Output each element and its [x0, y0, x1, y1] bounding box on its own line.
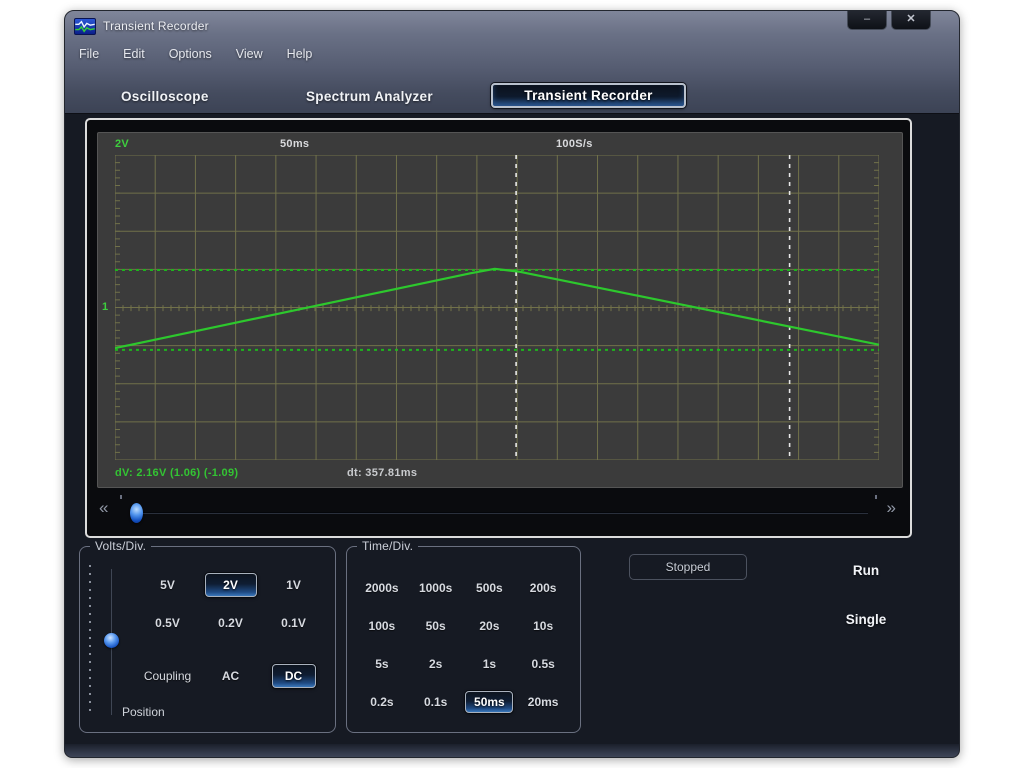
volts-row-1: 5V 2V 1V	[136, 571, 325, 598]
single-button[interactable]: Single	[821, 612, 911, 627]
titlebar[interactable]: Transient Recorder – ✕	[65, 11, 959, 43]
time-option-200s[interactable]: 200s	[530, 581, 557, 595]
time-option-20ms[interactable]: 20ms	[528, 695, 559, 709]
volts-option-0.1v[interactable]: 0.1V	[281, 616, 306, 630]
volts-div-group: Volts/Div. 5V 2V 1V 0.5V 0.2V 0.1V Coupl…	[79, 546, 336, 733]
menu-options[interactable]: Options	[169, 47, 212, 61]
time-div-group: Time/Div. 2000s 1000s 500s 200s 100s 50s…	[346, 546, 581, 733]
time-div-options: 2000s 1000s 500s 200s 100s 50s 20s 10s 5…	[355, 569, 570, 721]
minimize-button[interactable]: –	[847, 11, 887, 30]
coupling-option-ac[interactable]: AC	[222, 669, 239, 683]
sample-rate-readout: 100S/s	[556, 138, 593, 150]
time-option-2s[interactable]: 2s	[429, 657, 442, 671]
close-button[interactable]: ✕	[891, 11, 931, 30]
window-title: Transient Recorder	[103, 19, 209, 33]
run-button[interactable]: Run	[821, 563, 911, 578]
position-label: Position	[122, 705, 165, 719]
window-header: Transient Recorder – ✕ File Edit Options…	[65, 11, 959, 114]
scroll-thumb[interactable]	[130, 503, 143, 523]
window-bottom-edge	[65, 744, 959, 757]
time-option-0.5s[interactable]: 0.5s	[531, 657, 554, 671]
time-option-0.2s[interactable]: 0.2s	[370, 695, 393, 709]
dv-readout: dV: 2.16V (1.06) (-1.09)	[115, 467, 238, 479]
volts-row-2: 0.5V 0.2V 0.1V	[136, 609, 325, 636]
time-option-500s[interactable]: 500s	[476, 581, 503, 595]
menu-file[interactable]: File	[79, 47, 99, 61]
app-window: Transient Recorder – ✕ File Edit Options…	[64, 10, 960, 758]
volts-div-title: Volts/Div.	[90, 539, 151, 553]
position-slider-thumb[interactable]	[104, 633, 119, 648]
scroll-left-button[interactable]: «	[99, 498, 108, 518]
menu-help[interactable]: Help	[287, 47, 313, 61]
time-option-1000s[interactable]: 1000s	[419, 581, 452, 595]
volts-option-0.5v[interactable]: 0.5V	[155, 616, 180, 630]
menubar: File Edit Options View Help	[79, 47, 312, 61]
scope-screen: 2V 50ms 100S/s 1 dV: 2.16V (1.06) (-1.09…	[97, 132, 903, 488]
graph-panel: 2V 50ms 100S/s 1 dV: 2.16V (1.06) (-1.09…	[85, 118, 912, 538]
position-slider-ticks	[89, 565, 91, 717]
dt-readout: dt: 357.81ms	[347, 467, 417, 479]
time-per-div-readout: 50ms	[280, 138, 309, 150]
volts-option-5v[interactable]: 5V	[160, 578, 175, 592]
status-indicator: Stopped	[629, 554, 747, 580]
volts-option-0.2v[interactable]: 0.2V	[218, 616, 243, 630]
tab-spectrum-analyzer[interactable]: Spectrum Analyzer	[306, 89, 433, 104]
time-option-5s[interactable]: 5s	[375, 657, 388, 671]
time-option-2000s[interactable]: 2000s	[365, 581, 398, 595]
channel-marker: 1	[102, 301, 108, 313]
scroll-right-button[interactable]: »	[887, 498, 896, 518]
scroll-track[interactable]	[139, 512, 868, 514]
scope-grid	[115, 155, 879, 460]
volts-option-1v[interactable]: 1V	[286, 578, 301, 592]
time-option-100s[interactable]: 100s	[369, 619, 396, 633]
scroll-tick	[120, 495, 122, 499]
time-option-1s[interactable]: 1s	[483, 657, 496, 671]
volts-option-2v-selected[interactable]: 2V	[205, 573, 257, 597]
menu-edit[interactable]: Edit	[123, 47, 145, 61]
app-icon	[74, 18, 96, 35]
tab-transient-recorder[interactable]: Transient Recorder	[491, 83, 686, 108]
time-option-50ms-selected[interactable]: 50ms	[465, 691, 513, 713]
time-option-20s[interactable]: 20s	[479, 619, 499, 633]
time-option-10s[interactable]: 10s	[533, 619, 553, 633]
coupling-option-dc-selected[interactable]: DC	[272, 664, 316, 688]
tab-oscilloscope[interactable]: Oscilloscope	[121, 89, 209, 104]
scroll-tick	[875, 495, 877, 499]
coupling-label: Coupling	[144, 669, 191, 683]
mode-tabs: Oscilloscope Spectrum Analyzer Transient…	[65, 79, 959, 113]
time-div-title: Time/Div.	[357, 539, 418, 553]
scope-scrollbar: « »	[87, 492, 910, 536]
time-option-0.1s[interactable]: 0.1s	[424, 695, 447, 709]
volts-per-div-readout: 2V	[115, 138, 129, 150]
time-option-50s[interactable]: 50s	[426, 619, 446, 633]
coupling-row: Coupling AC DC	[136, 662, 325, 689]
menu-view[interactable]: View	[236, 47, 263, 61]
